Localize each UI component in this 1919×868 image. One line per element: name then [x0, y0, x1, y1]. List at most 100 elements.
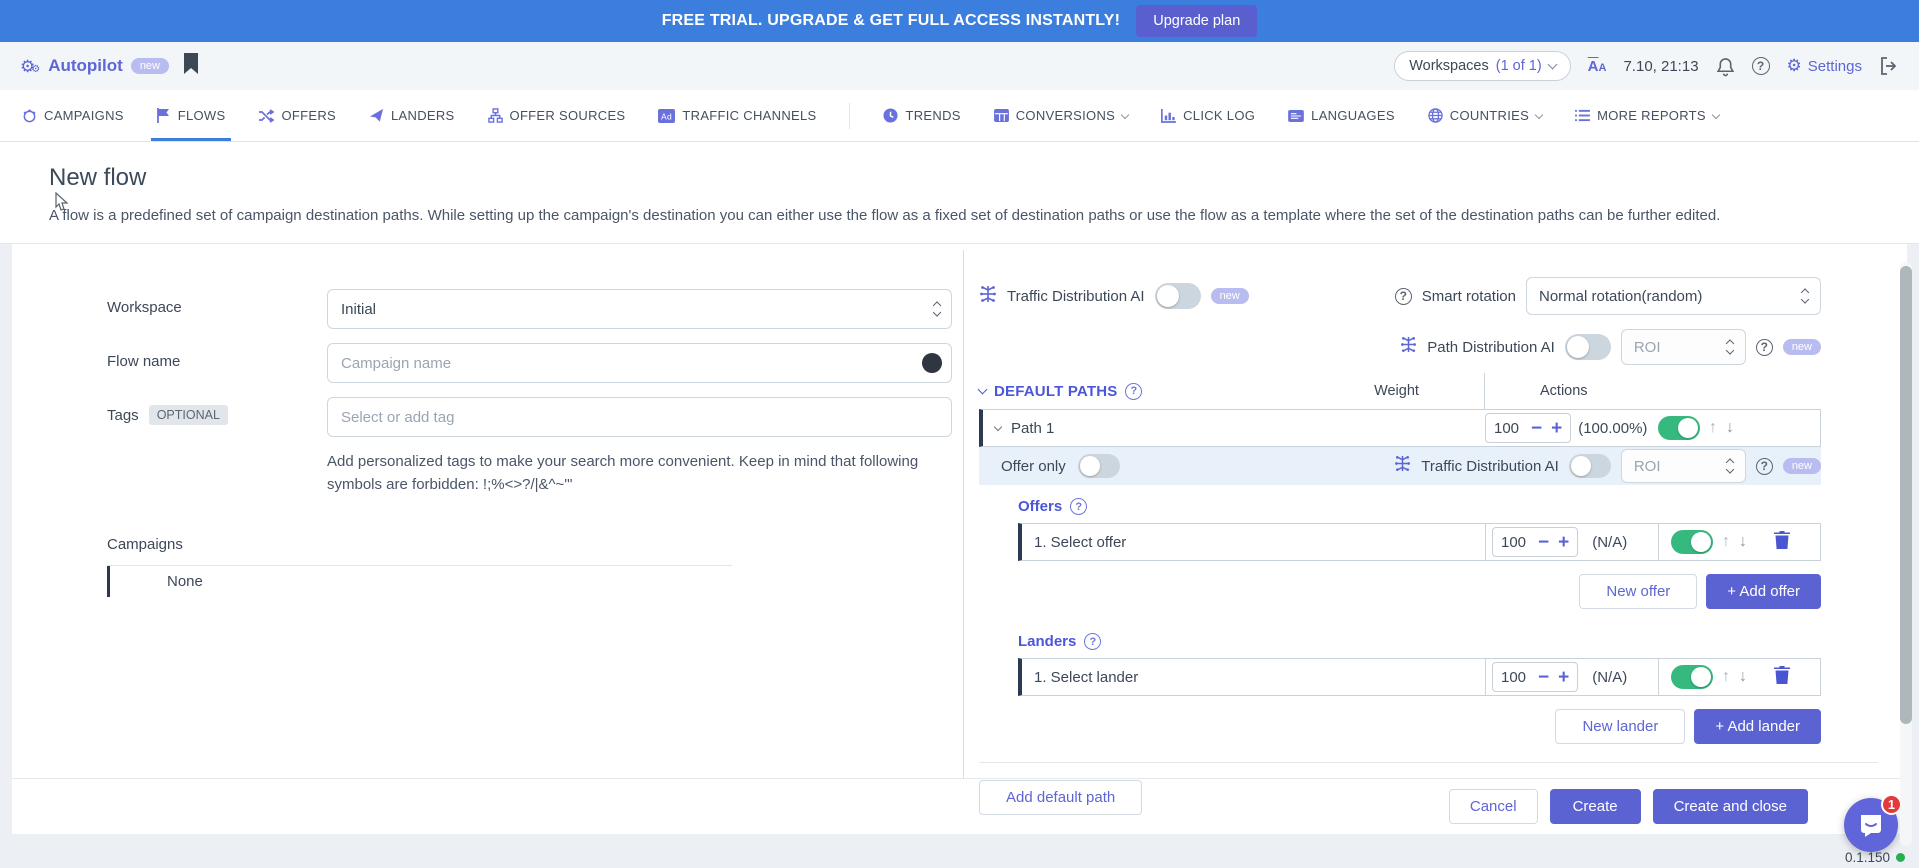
weight-minus-button[interactable]: − — [1538, 668, 1549, 687]
nav-traffic-channels[interactable]: Ad TRAFFIC CHANNELS — [658, 90, 816, 141]
nav-flows[interactable]: FLOWS — [157, 90, 226, 141]
nav-offers[interactable]: OFFERS — [258, 90, 336, 141]
flows-flag-icon — [157, 108, 171, 123]
roi-value: ROI — [1634, 458, 1661, 475]
move-down-icon[interactable]: ↓ — [1739, 668, 1747, 686]
select-stepper-icon — [934, 303, 940, 316]
nav-countries[interactable]: COUNTRIES — [1428, 90, 1542, 141]
cancel-button[interactable]: Cancel — [1449, 789, 1538, 824]
nav-more-reports[interactable]: MORE REPORTS — [1575, 90, 1719, 141]
path-enabled-toggle[interactable] — [1658, 416, 1700, 440]
path-expander[interactable]: Path 1 — [983, 420, 1485, 437]
workspaces-dropdown[interactable]: Workspaces (1 of 1) — [1394, 51, 1570, 81]
path-row: Path 1 100 − + (100.00%) ↑ ↓ — [979, 409, 1821, 447]
path-traffic-ai-toggle[interactable] — [1569, 454, 1611, 478]
chat-widget-button[interactable]: 1 — [1844, 798, 1898, 852]
offer-weight-value[interactable]: 100 — [1501, 534, 1529, 551]
workspace-select[interactable]: Initial — [327, 289, 952, 329]
weight-minus-button[interactable]: − — [1538, 533, 1549, 552]
move-down-icon[interactable]: ↓ — [1726, 419, 1734, 437]
traffic-distribution-ai-label: Traffic Distribution AI — [1007, 288, 1145, 305]
tags-input[interactable] — [327, 397, 952, 437]
delete-trash-icon[interactable] — [1774, 666, 1790, 689]
scrollbar-thumb[interactable] — [1900, 266, 1912, 724]
upgrade-plan-button[interactable]: Upgrade plan — [1136, 5, 1257, 37]
landers-help-icon[interactable]: ? — [1084, 633, 1101, 650]
offer-weight-percent: (N/A) — [1592, 534, 1627, 551]
page-title: New flow — [49, 164, 1881, 192]
offer-enabled-toggle[interactable] — [1671, 530, 1713, 554]
notifications-bell-icon[interactable] — [1716, 56, 1735, 77]
new-offer-button[interactable]: New offer — [1579, 574, 1697, 609]
nav-campaigns[interactable]: CAMPAIGNS — [22, 90, 124, 141]
app-name: Autopilot — [48, 56, 123, 76]
nav-languages[interactable]: LANGUAGES — [1288, 90, 1395, 141]
path-weight-value[interactable]: 100 — [1494, 420, 1522, 437]
paths-header-row: DEFAULT PATHS ? Weight Actions — [979, 373, 1821, 409]
path-traffic-roi-select[interactable]: ROI — [1621, 449, 1746, 483]
move-up-icon[interactable]: ↑ — [1722, 533, 1730, 551]
offer-only-toggle[interactable] — [1078, 454, 1120, 478]
chevron-down-icon — [1121, 110, 1129, 118]
weight-plus-button[interactable]: + — [1551, 419, 1562, 438]
bookmark-icon[interactable] — [183, 53, 199, 80]
smart-rotation-select[interactable]: Normal rotation(random) — [1526, 277, 1821, 315]
nav-label: CONVERSIONS — [1016, 108, 1115, 123]
lander-weight-value[interactable]: 100 — [1501, 669, 1529, 686]
nav-label: TRAFFIC CHANNELS — [682, 108, 816, 123]
workspace-label: Workspace — [107, 289, 327, 329]
nav-conversions[interactable]: CONVERSIONS — [994, 90, 1128, 141]
nav-label: CAMPAIGNS — [44, 108, 124, 123]
weight-minus-button[interactable]: − — [1531, 419, 1542, 438]
flow-name-input[interactable] — [327, 343, 952, 383]
flow-editor: Workspace Initial Flow name Tags OPTIONA… — [12, 244, 1907, 778]
lander-enabled-toggle[interactable] — [1671, 665, 1713, 689]
nav-label: CLICK LOG — [1183, 108, 1255, 123]
nav-label: LANDERS — [391, 108, 455, 123]
chat-icon — [1858, 812, 1884, 838]
logout-icon[interactable] — [1879, 56, 1899, 76]
path-distribution-help-icon[interactable]: ? — [1756, 339, 1773, 356]
add-default-path-button[interactable]: Add default path — [979, 780, 1142, 815]
move-down-icon[interactable]: ↓ — [1739, 533, 1747, 551]
nav-trends[interactable]: TRENDS — [883, 90, 960, 141]
ai-brain-icon — [979, 285, 997, 308]
lander-select[interactable]: 1. Select lander — [1022, 669, 1485, 686]
offer-select[interactable]: 1. Select offer — [1022, 534, 1485, 551]
select-stepper-icon — [1727, 341, 1733, 354]
delete-trash-icon[interactable] — [1774, 531, 1790, 554]
help-icon[interactable]: ? — [1752, 57, 1770, 75]
move-up-icon[interactable]: ↑ — [1722, 668, 1730, 686]
paths-panel: Traffic Distribution AI new ? Smart rota… — [964, 244, 1878, 778]
flow-color-dot[interactable] — [922, 353, 942, 373]
status-dot — [1896, 853, 1905, 862]
path-roi-select[interactable]: ROI — [1621, 329, 1746, 365]
default-paths-section[interactable]: DEFAULT PATHS ? — [979, 383, 1142, 400]
vertical-scrollbar[interactable] — [1900, 262, 1912, 846]
weight-plus-button[interactable]: + — [1558, 533, 1569, 552]
create-button[interactable]: Create — [1550, 789, 1641, 824]
weight-plus-button[interactable]: + — [1558, 668, 1569, 687]
settings-button[interactable]: ⚙ Settings — [1787, 56, 1862, 76]
add-lander-button[interactable]: + Add lander — [1694, 709, 1821, 744]
default-paths-help-icon[interactable]: ? — [1125, 383, 1142, 400]
page-description: A flow is a predefined set of campaign d… — [49, 204, 1881, 227]
translate-icon[interactable]: AA — [1588, 58, 1607, 75]
new-lander-button[interactable]: New lander — [1555, 709, 1685, 744]
nav-offer-sources[interactable]: OFFER SOURCES — [488, 90, 626, 141]
move-up-icon[interactable]: ↑ — [1709, 419, 1717, 437]
smart-rotation-help-icon[interactable]: ? — [1395, 288, 1412, 305]
roi-value: ROI — [1634, 339, 1661, 356]
path-distribution-ai-toggle[interactable] — [1565, 334, 1611, 360]
new-badge: new — [1783, 458, 1821, 474]
nav-landers[interactable]: LANDERS — [369, 90, 455, 141]
create-and-close-button[interactable]: Create and close — [1653, 789, 1808, 824]
autopilot-link[interactable]: ⚙⚙ Autopilot new — [20, 56, 169, 76]
add-offer-button[interactable]: + Add offer — [1706, 574, 1821, 609]
offers-section: Offers ? 1. Select offer 100 − + (N/A) — [1018, 498, 1821, 744]
traffic-ai-help-icon[interactable]: ? — [1756, 458, 1773, 475]
nav-click-log[interactable]: CLICK LOG — [1161, 90, 1255, 141]
offers-help-icon[interactable]: ? — [1070, 498, 1087, 515]
weight-column-header: Weight — [1309, 373, 1484, 409]
traffic-distribution-ai-toggle[interactable] — [1155, 283, 1201, 309]
